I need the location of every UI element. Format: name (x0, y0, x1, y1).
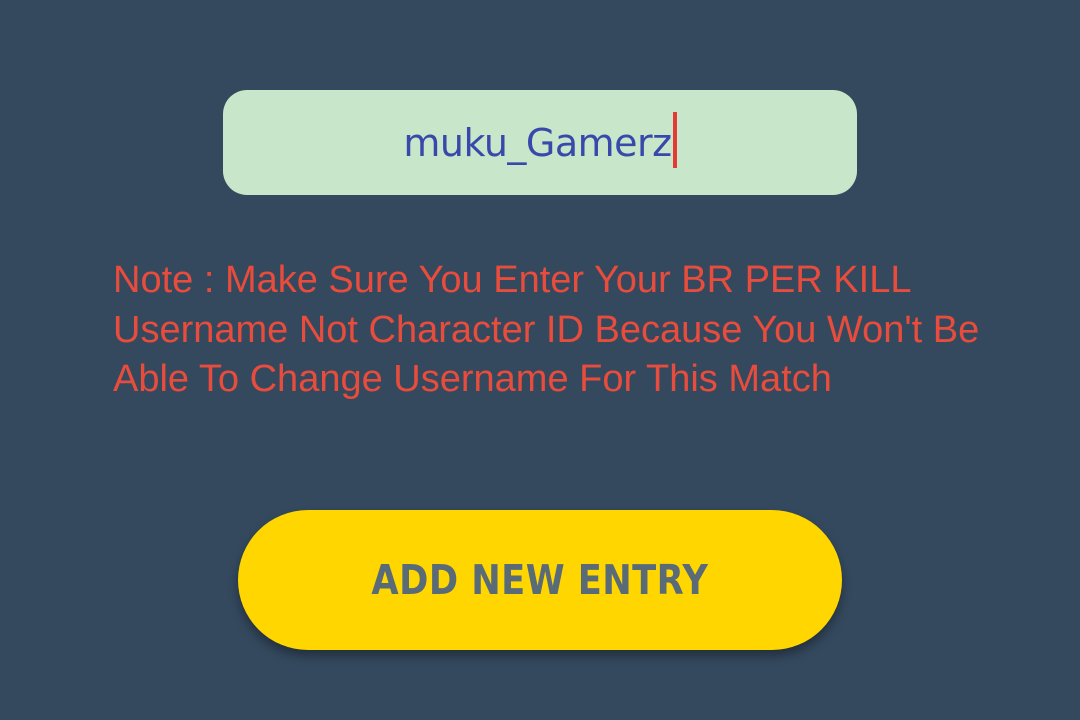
text-cursor (672, 111, 677, 168)
add-new-entry-button[interactable]: ADD NEW ENTRY (238, 510, 842, 650)
username-note: Note : Make Sure You Enter Your BR PER K… (113, 259, 980, 400)
add-new-entry-label: ADD NEW ENTRY (371, 556, 709, 604)
username-input-value: muku_Gamerz (403, 120, 672, 165)
username-input[interactable]: muku_Gamerz (223, 90, 857, 195)
